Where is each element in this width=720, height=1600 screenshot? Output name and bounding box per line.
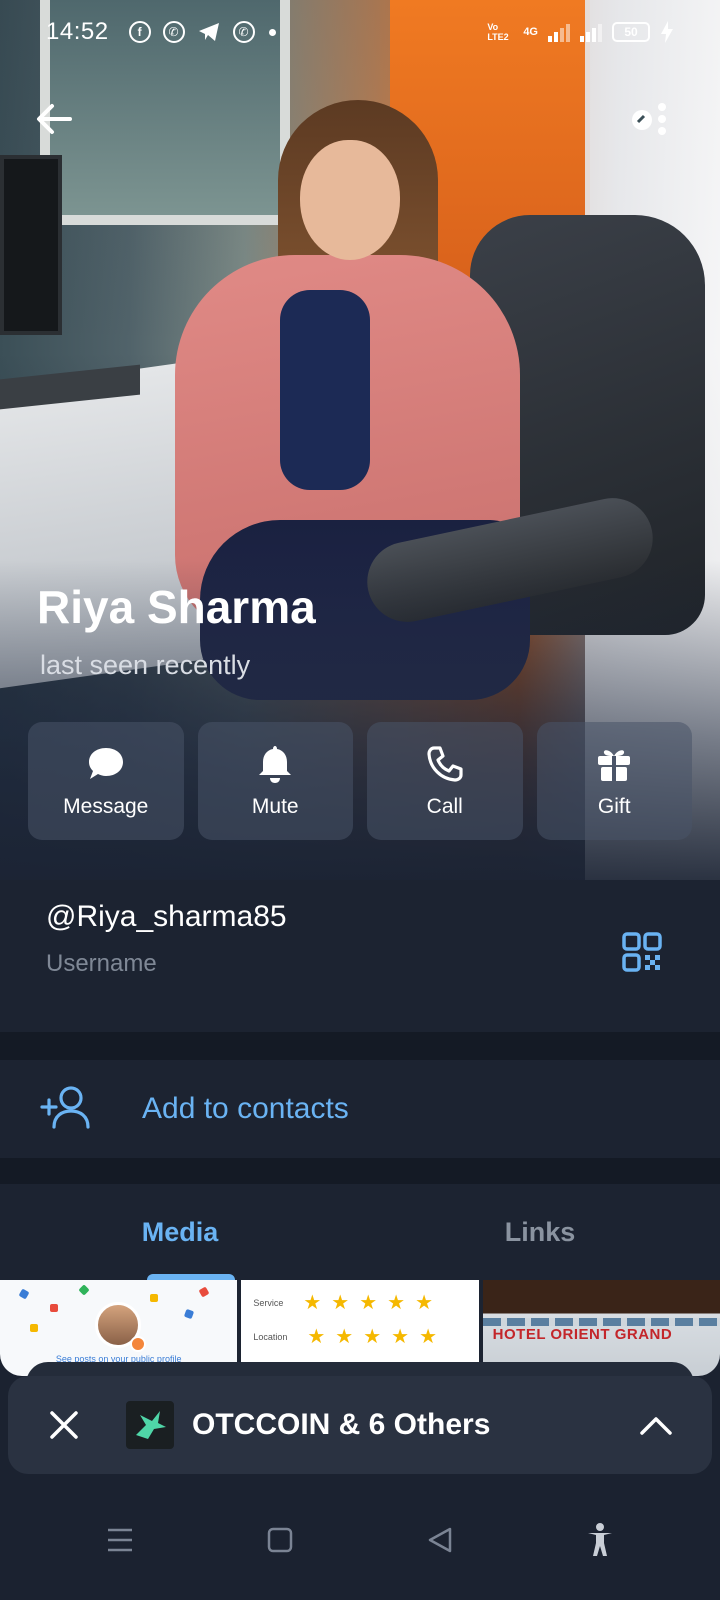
qr-code-button[interactable] <box>622 932 672 982</box>
username-label: Username <box>46 950 157 977</box>
confetti-decoration <box>50 1304 58 1312</box>
profile-name: Riya Sharma <box>37 581 316 633</box>
mute-label: Mute <box>251 795 299 818</box>
recent-apps-button[interactable] <box>96 1516 144 1564</box>
confetti-decoration <box>30 1324 38 1332</box>
tab-media[interactable]: Media <box>0 1184 360 1280</box>
rating-row-location: Location ★★★★★ <box>253 1324 447 1349</box>
close-notification-button[interactable] <box>44 1405 84 1445</box>
whatsapp-icon: ✆ <box>162 21 185 43</box>
close-icon <box>50 1411 78 1439</box>
confetti-decoration <box>183 1308 195 1320</box>
call-button[interactable]: Call <box>367 722 523 840</box>
building-windows <box>482 1318 720 1326</box>
rating-label: Service <box>253 1297 284 1308</box>
add-to-contacts-label: Add to contacts <box>142 1092 349 1125</box>
hummingbird-icon <box>136 1411 166 1439</box>
photo-monitor <box>0 155 62 335</box>
confetti-decoration <box>150 1294 158 1302</box>
thumbnail-add-badge <box>130 1336 146 1352</box>
rating-stars: ★★★★★ <box>307 1326 448 1348</box>
notification-title: OTCCOIN & 6 Others <box>192 1408 491 1441</box>
confetti-decoration <box>198 1286 210 1298</box>
battery-level: 50 <box>624 25 638 39</box>
status-more-dot <box>268 28 276 36</box>
confetti-decoration <box>18 1288 30 1300</box>
message-button[interactable]: Message <box>28 722 184 840</box>
facebook-icon: f <box>128 21 151 43</box>
qr-code-icon <box>622 932 662 972</box>
gift-button[interactable]: Gift <box>536 722 692 840</box>
profile-actions: Message Mute Call Gift <box>28 722 692 840</box>
back-button[interactable] <box>30 95 78 143</box>
last-seen-status: last seen recently <box>40 650 251 680</box>
section-divider <box>0 1032 720 1060</box>
rating-stars: ★★★★★ <box>303 1292 443 1314</box>
gift-label: Gift <box>597 795 631 818</box>
section-divider <box>0 1158 720 1184</box>
rating-label: Location <box>253 1331 288 1342</box>
add-person-icon <box>40 1086 90 1129</box>
home-button[interactable] <box>256 1516 304 1564</box>
signal-icon <box>548 22 570 42</box>
volte-label: Vo LTE2 <box>487 22 509 42</box>
edit-more-icon <box>632 103 666 135</box>
charging-icon <box>661 21 673 43</box>
shared-content-tabs: Media Links <box>0 1184 720 1280</box>
back-arrow-icon <box>37 104 72 134</box>
square-icon <box>267 1527 293 1553</box>
call-label: Call <box>426 795 463 818</box>
chevron-up-icon <box>640 1417 672 1435</box>
hotel-sign-text: HOTEL ORIENT GRAND <box>492 1326 673 1343</box>
status-time: 14:52 <box>46 18 109 45</box>
username-value: @Riya_sharma85 <box>46 900 287 933</box>
gift-icon <box>593 743 635 785</box>
chat-bubble-icon <box>85 743 127 785</box>
rating-row-service: Service ★★★★★ <box>253 1290 443 1315</box>
photo-person-top <box>280 290 370 490</box>
signal-icon <box>580 22 602 42</box>
phone-icon <box>424 743 466 785</box>
menu-lines-icon <box>108 1528 132 1552</box>
tab-links[interactable]: Links <box>360 1184 720 1280</box>
network-type-label: 4G <box>523 26 538 38</box>
accessibility-button[interactable] <box>576 1516 624 1564</box>
triangle-back-icon <box>428 1527 452 1553</box>
expand-notification-button[interactable] <box>636 1405 676 1445</box>
bell-icon <box>254 743 296 785</box>
confetti-decoration <box>78 1284 90 1296</box>
chat-notification-bar[interactable]: OTCCOIN & 6 Others <box>8 1376 712 1474</box>
status-system-icons: Vo LTE2 4G 50 <box>487 21 674 43</box>
status-bar: 14:52 f ✆ ✆ Vo LTE2 4G 50 <box>0 0 720 64</box>
photo-person-face <box>300 140 400 260</box>
add-to-contacts-row[interactable]: Add to contacts <box>0 1060 720 1158</box>
status-notification-icons: f ✆ ✆ <box>128 21 255 43</box>
battery-icon: 50 <box>612 22 650 42</box>
back-nav-button[interactable] <box>416 1516 464 1564</box>
accessibility-icon <box>588 1523 612 1556</box>
system-navigation-bar <box>0 1480 720 1600</box>
more-options-button[interactable] <box>622 95 678 143</box>
whatsapp-icon: ✆ <box>232 21 255 43</box>
telegram-icon <box>198 23 219 41</box>
username-row[interactable]: @Riya_sharma85 Username <box>0 880 720 1032</box>
group-avatar <box>126 1401 174 1449</box>
mute-button[interactable]: Mute <box>197 722 353 840</box>
message-label: Message <box>63 795 149 818</box>
